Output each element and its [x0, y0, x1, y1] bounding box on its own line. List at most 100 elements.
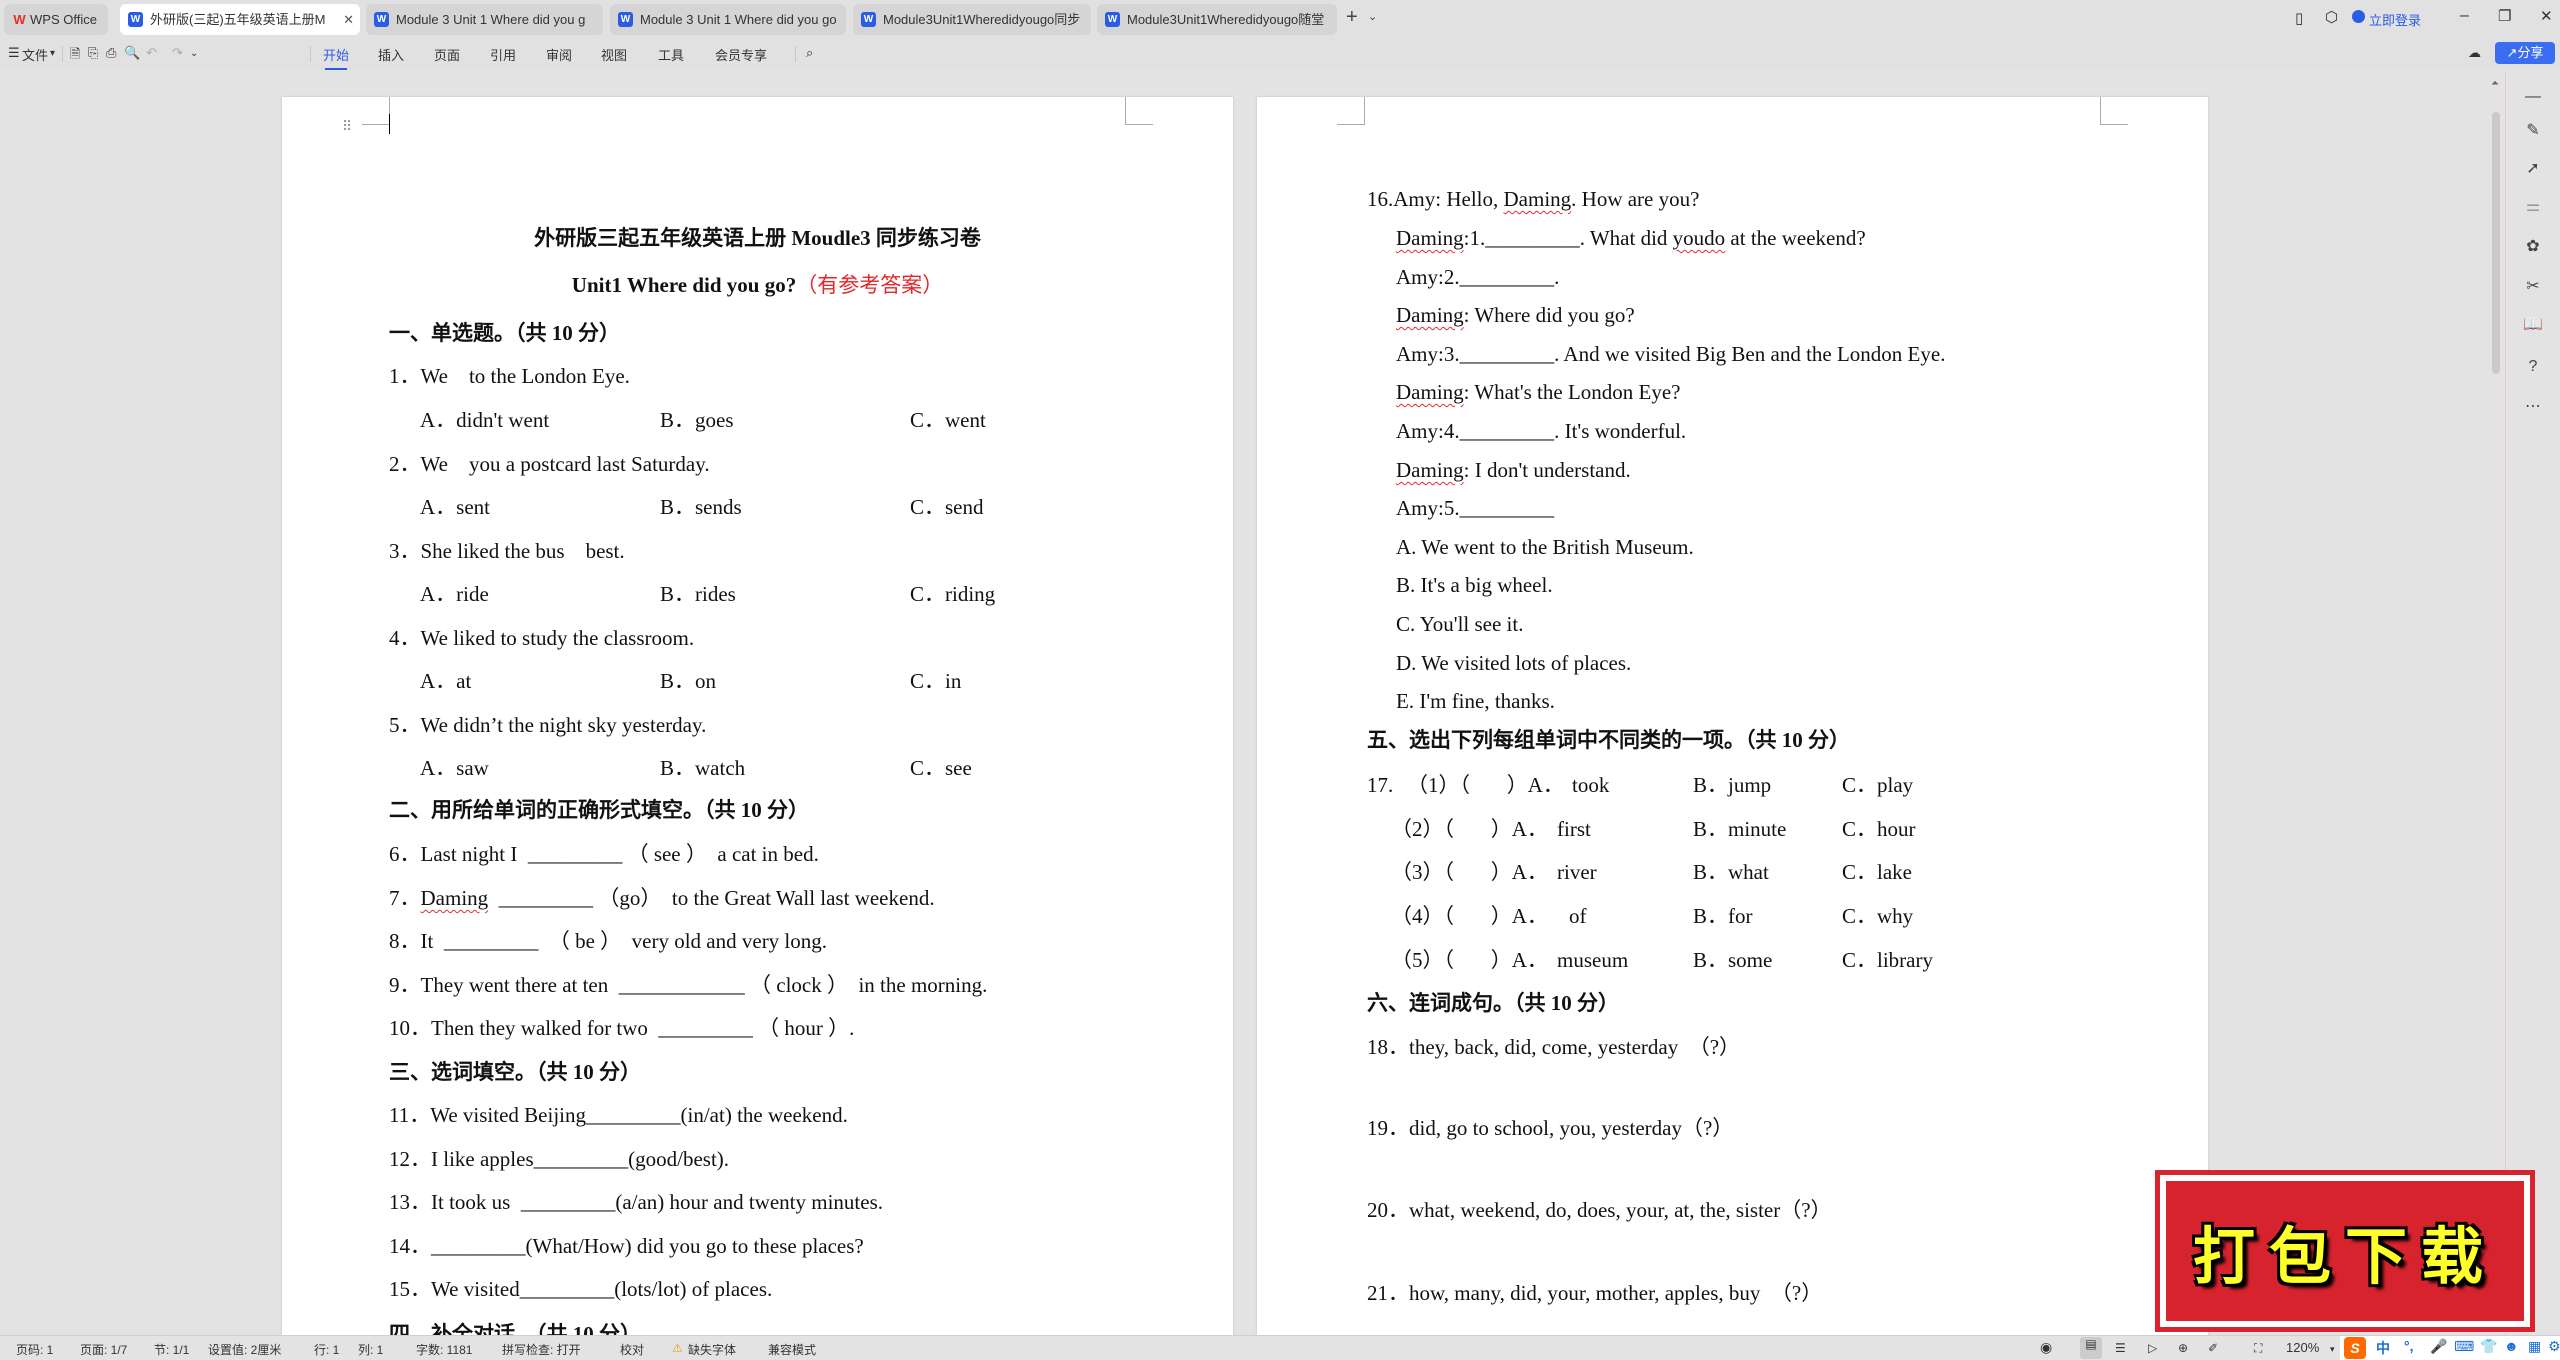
brush-icon[interactable]: ✐	[2208, 1341, 2218, 1355]
print-preview-icon[interactable]: 🔍	[124, 45, 140, 61]
tools-icon[interactable]: ✂	[2520, 274, 2546, 300]
question-18: 18．they, back, did, come, yesterday （?）	[1367, 1035, 1741, 1059]
status-setting[interactable]: 设置值: 2厘米	[208, 1341, 281, 1358]
tab-member[interactable]: 会员专享	[715, 45, 767, 64]
tab-document-3[interactable]: W Module 3 Unit 1 Where did you go	[610, 4, 846, 35]
status-pages[interactable]: 页面: 1/7	[80, 1341, 127, 1358]
tab-tools[interactable]: 工具	[658, 45, 684, 64]
tab-review[interactable]: 审阅	[546, 45, 572, 64]
outline-view-icon[interactable]: ☰	[2115, 1341, 2126, 1355]
eye-protection-icon[interactable]: ◉	[2040, 1339, 2052, 1356]
status-col[interactable]: 列: 1	[358, 1341, 383, 1358]
phone-icon[interactable]: ▯	[2295, 9, 2303, 27]
proofread-button[interactable]: 校对	[620, 1341, 644, 1358]
redo-icon[interactable]: ↷	[172, 45, 183, 61]
vertical-scrollbar[interactable]	[2492, 112, 2500, 374]
restore-icon[interactable]: ❐	[2498, 7, 2511, 25]
margin-mark	[2100, 97, 2128, 125]
tab-active-document[interactable]: W 外研版(三起)五年级英语上册M ✕	[120, 4, 360, 35]
tab-wps-office[interactable]: W WPS Office	[4, 4, 108, 35]
drag-handle-icon[interactable]: ⠿	[342, 119, 352, 135]
more-chevron-icon[interactable]: ⌄	[190, 48, 198, 59]
sogou-logo-icon[interactable]: S	[2344, 1337, 2366, 1359]
status-row[interactable]: 行: 1	[314, 1341, 339, 1358]
tab-insert[interactable]: 插入	[378, 45, 404, 64]
pen-edit-icon[interactable]: ✎	[2520, 118, 2546, 144]
web-view-icon[interactable]: ⊕	[2178, 1341, 2188, 1355]
margin-mark	[362, 97, 390, 125]
apps-grid-icon[interactable]: ▦	[2528, 1338, 2541, 1355]
undo-icon[interactable]: ↶	[146, 45, 157, 61]
zoom-level[interactable]: 120%	[2286, 1340, 2319, 1355]
file-menu[interactable]: 文件	[22, 45, 48, 64]
book-search-icon[interactable]: 📖	[2520, 312, 2546, 338]
collapse-icon[interactable]: —	[2520, 84, 2546, 110]
dialog-text: at the weekend?	[1725, 226, 1866, 250]
user-avatar-icon[interactable]	[2352, 10, 2365, 23]
select-cursor-icon[interactable]: ➚	[2520, 156, 2546, 182]
tab-document-5[interactable]: W Module3Unit1Wheredidyougo随堂	[1097, 4, 1337, 35]
ime-mode[interactable]: 中	[2376, 1338, 2390, 1358]
style-icon[interactable]: ✿	[2520, 234, 2546, 260]
status-word-count[interactable]: 字数: 1181	[416, 1341, 472, 1358]
chevron-down-icon[interactable]: ▾	[50, 48, 55, 59]
zoom-chevron-icon[interactable]: ▾	[2330, 1344, 2335, 1355]
scroll-top-icon[interactable]: ⏶	[2491, 78, 2499, 89]
cloud-sync-icon[interactable]: ☁	[2468, 45, 2481, 61]
tab-list-chevron-icon[interactable]: ⌄	[1368, 10, 1377, 23]
divider	[62, 46, 63, 62]
document-canvas[interactable]: ⠿ 外研版三起五年级英语上册 Moudle3 同步练习卷 Unit1 Where…	[0, 72, 2480, 1346]
dialog-choice: D. We visited lots of places.	[1396, 651, 1632, 675]
new-tab-plus-icon[interactable]: +	[1346, 6, 1358, 29]
question-14: 14．_________(What/How) did you go to the…	[389, 1234, 864, 1258]
tab-label: Module 3 Unit 1 Where did you g	[396, 12, 586, 27]
spellcheck-toggle[interactable]: 拼写检查: 打开	[502, 1341, 581, 1358]
minimize-icon[interactable]: –	[2460, 7, 2469, 25]
robot-icon[interactable]: ☻	[2504, 1338, 2519, 1354]
divider	[310, 46, 311, 62]
status-section[interactable]: 节: 1/1	[154, 1341, 189, 1358]
more-icon[interactable]: ⋯	[2520, 394, 2546, 420]
tab-page[interactable]: 页面	[434, 45, 460, 64]
option-b: B．for	[1693, 904, 1753, 928]
print-icon[interactable]: ⎙	[106, 45, 116, 61]
missing-font-button[interactable]: 缺失字体	[688, 1341, 736, 1358]
fit-page-icon[interactable]: ⛶	[2254, 1341, 2262, 1356]
document-page-2[interactable]: 16.Amy: Hello, Daming. How are you? Dami…	[1257, 97, 2208, 1335]
download-package-badge[interactable]: 打包下载	[2155, 1170, 2535, 1332]
tab-document-4[interactable]: W Module3Unit1Wheredidyougo同步	[853, 4, 1091, 35]
option-b: B．jump	[1693, 773, 1772, 797]
adjust-sliders-icon[interactable]: ⚌	[2520, 194, 2546, 220]
share-button[interactable]: ↗分享	[2495, 42, 2555, 64]
subtitle-text: Unit1 Where did you go?	[571, 273, 797, 297]
export-pdf-icon[interactable]: ⎘	[88, 45, 98, 61]
tab-view[interactable]: 视图	[601, 45, 627, 64]
play-icon[interactable]: ▷	[2148, 1341, 2157, 1355]
keyboard-icon[interactable]: ⌨	[2454, 1338, 2474, 1355]
page-view-icon[interactable]: ▤	[2080, 1337, 2102, 1359]
microphone-icon[interactable]: 🎤	[2430, 1338, 2447, 1355]
option-a: of	[1569, 904, 1587, 928]
option-c: C．why	[1842, 904, 1914, 928]
tab-references[interactable]: 引用	[490, 45, 516, 64]
close-tab-icon[interactable]: ✕	[343, 4, 354, 35]
search-icon[interactable]: ⌕	[806, 45, 813, 61]
question-20: 20．what, weekend, do, does, your, at, th…	[1367, 1198, 1832, 1222]
login-link[interactable]: 立即登录	[2369, 10, 2421, 29]
close-window-icon[interactable]: ✕	[2540, 7, 2553, 25]
ime-punctuation[interactable]: °,	[2404, 1338, 2414, 1354]
skin-shirt-icon[interactable]: 👕	[2480, 1338, 2497, 1355]
save-icon[interactable]: 🗎	[70, 45, 80, 67]
help-icon[interactable]: ?	[2520, 354, 2546, 380]
status-page-number[interactable]: 页码: 1	[16, 1341, 53, 1358]
settings-icon[interactable]: ⚙	[2548, 1338, 2560, 1355]
dialog-text: 16.Amy: Hello,	[1367, 187, 1504, 211]
document-page-1[interactable]: ⠿ 外研版三起五年级英语上册 Moudle3 同步练习卷 Unit1 Where…	[282, 97, 1233, 1346]
margin-mark	[1125, 97, 1153, 125]
question-16: 16.Amy: Hello, Daming. How are you?	[1367, 184, 1699, 214]
tab-document-2[interactable]: W Module 3 Unit 1 Where did you g	[366, 4, 603, 35]
section-heading-1: 一、单选题。（共 10 分）	[389, 321, 620, 345]
menu-hamburger-icon[interactable]: ☰	[8, 45, 20, 61]
cube-icon[interactable]: ⬡	[2325, 8, 2338, 26]
tab-home[interactable]: 开始	[323, 45, 349, 70]
